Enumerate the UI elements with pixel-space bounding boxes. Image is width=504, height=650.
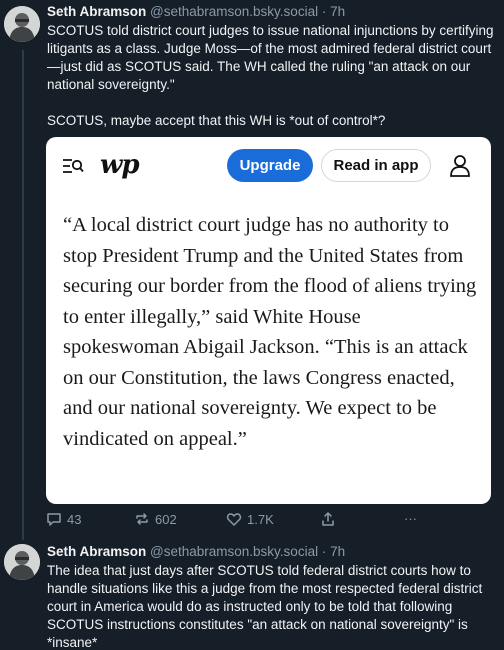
post[interactable]: Seth Abramson @sethabramson.bsky.social …: [0, 0, 504, 540]
post-time[interactable]: 7h: [330, 544, 345, 559]
post-text-paragraph: The idea that just days after SCOTUS tol…: [47, 563, 483, 650]
author-handle[interactable]: @sethabramson.bsky.social: [150, 544, 318, 559]
menu-search-icon: [63, 159, 84, 173]
wp-logo: wp: [100, 150, 140, 180]
like-count: 1.7K: [247, 511, 274, 527]
avatar-image: [4, 6, 40, 42]
repost-icon: [136, 513, 148, 525]
like-button[interactable]: 1.7K: [226, 511, 274, 527]
post-text: The idea that just days after SCOTUS tol…: [47, 562, 494, 650]
avatar[interactable]: [4, 6, 40, 42]
reply-count: 43: [67, 511, 82, 527]
post-actions: 43 602 1.7K ···: [46, 511, 434, 529]
separator-dot: ·: [321, 544, 327, 559]
post[interactable]: Seth Abramson @sethabramson.bsky.social …: [0, 540, 504, 650]
repost-button[interactable]: 602: [134, 511, 177, 527]
post-text-paragraph: SCOTUS told district court judges to iss…: [47, 23, 494, 92]
avatar-image: [4, 544, 40, 580]
profile-icon: [450, 155, 470, 177]
share-button[interactable]: [320, 511, 336, 527]
more-icon: ···: [404, 511, 417, 526]
embedded-screenshot[interactable]: wp Upgrade Read in app “A local district…: [46, 137, 491, 504]
quote-text: “A local district court judge has no aut…: [63, 214, 477, 450]
avatar[interactable]: [4, 544, 40, 580]
more-options-button[interactable]: ···: [404, 511, 417, 526]
wp-toolbar: wp Upgrade Read in app: [46, 137, 491, 195]
reply-icon: [47, 513, 61, 526]
upgrade-button: Upgrade: [227, 149, 313, 182]
thread-line: [22, 50, 24, 540]
like-icon: [226, 513, 242, 526]
post-header: Seth Abramson @sethabramson.bsky.social …: [47, 3, 494, 21]
read-in-app-button: Read in app: [321, 149, 431, 182]
post-header: Seth Abramson @sethabramson.bsky.social …: [47, 543, 494, 561]
reply-button[interactable]: 43: [46, 511, 81, 527]
author-name[interactable]: Seth Abramson: [47, 4, 146, 19]
post-text: SCOTUS told district court judges to iss…: [47, 22, 494, 130]
author-handle[interactable]: @sethabramson.bsky.social: [150, 4, 318, 19]
separator-dot: ·: [321, 4, 327, 19]
author-name[interactable]: Seth Abramson: [47, 544, 146, 559]
share-icon: [322, 512, 334, 526]
repost-count: 602: [155, 511, 177, 527]
post-time[interactable]: 7h: [330, 4, 345, 19]
post-text-paragraph: SCOTUS, maybe accept that this WH is *ou…: [47, 113, 386, 128]
